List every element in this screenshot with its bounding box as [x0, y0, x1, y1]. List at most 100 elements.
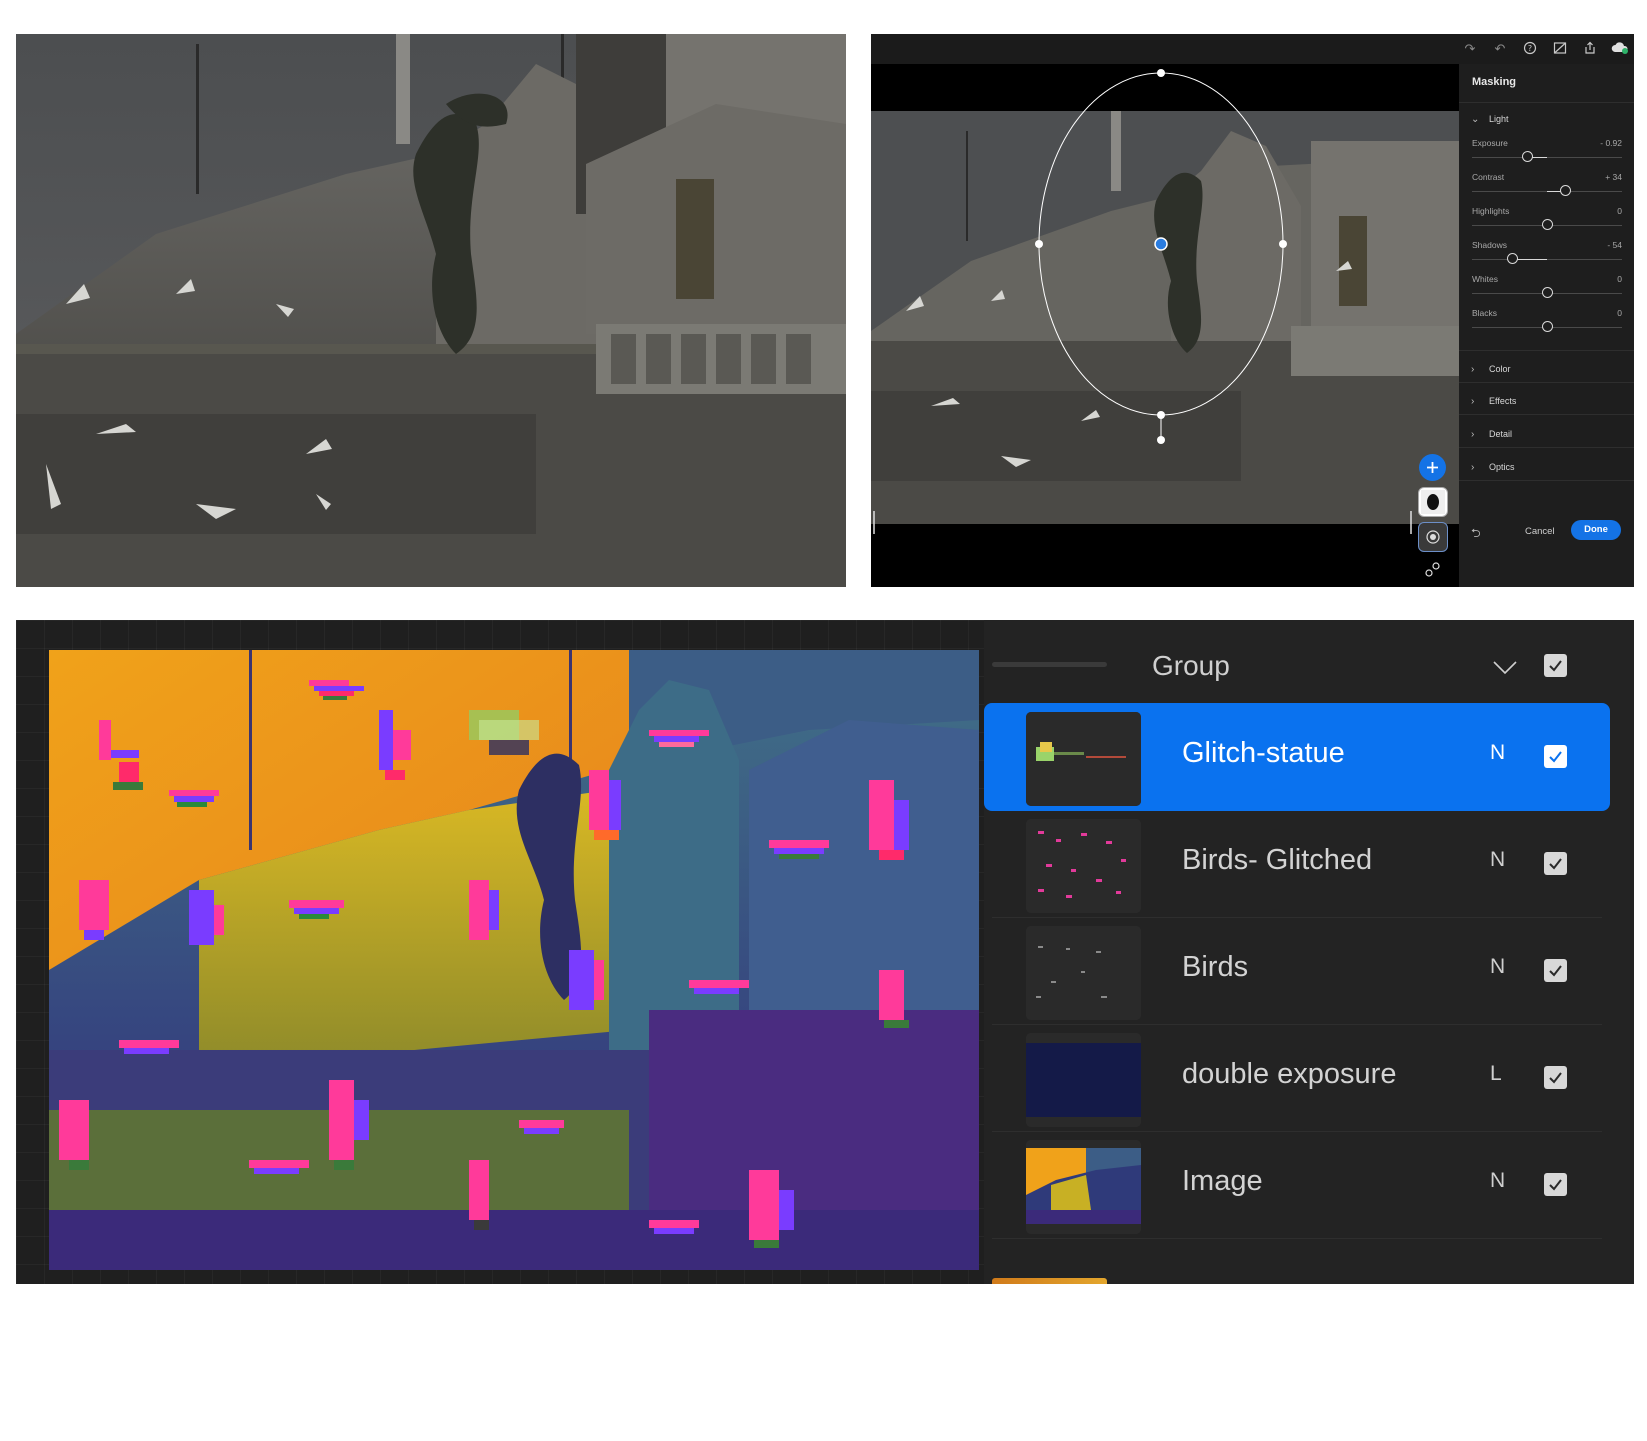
- chevron-right-icon: ›: [1471, 364, 1475, 375]
- redo-icon[interactable]: ↷: [1462, 41, 1478, 57]
- glitch-artwork-canvas[interactable]: [49, 650, 979, 1270]
- slider-label: Shadows: [1472, 240, 1507, 250]
- layer-visibility-checkbox[interactable]: [1544, 745, 1567, 768]
- photo-canvas[interactable]: [871, 64, 1459, 587]
- slider-label: Blacks: [1472, 308, 1498, 318]
- layer-thumbnail[interactable]: [1026, 819, 1141, 913]
- slider-thumb[interactable]: [1522, 151, 1533, 162]
- layer-name: Glitch-statue: [1182, 737, 1345, 769]
- help-icon[interactable]: ?: [1522, 41, 1538, 57]
- slider-highlights[interactable]: Highlights 0: [1472, 206, 1622, 240]
- layer-thumbnail[interactable]: [1026, 1140, 1141, 1234]
- layers-panel: Group Glitch-statue N Birds- Glitched N Bird…: [984, 620, 1634, 1284]
- slider-label: Whites: [1472, 274, 1498, 284]
- layer-row[interactable]: Birds N: [984, 917, 1610, 1025]
- layer-visibility-checkbox[interactable]: [1544, 852, 1567, 875]
- divider: [1459, 382, 1634, 383]
- slider-value: 0: [1617, 206, 1622, 216]
- slider-shadows[interactable]: Shadows - 54: [1472, 240, 1622, 274]
- layer-thumbnail-peek: [992, 1278, 1107, 1284]
- slider-thumb[interactable]: [1541, 219, 1553, 230]
- section-light[interactable]: ⌄ Light: [1459, 104, 1634, 136]
- chevron-down-icon[interactable]: [1492, 654, 1518, 680]
- section-label: Detail: [1489, 429, 1513, 439]
- top-toolbar: ↷ ↶ ?: [871, 34, 1634, 64]
- layer-visibility-checkbox[interactable]: [1544, 1173, 1567, 1196]
- masking-sidebar: Masking ⌄ Light Exposure - 0.92 Contrast + …: [1459, 64, 1634, 587]
- mask-thumbnail-icon[interactable]: [1418, 487, 1448, 517]
- slider-thumb[interactable]: [1559, 185, 1571, 196]
- mask-tools: [1413, 454, 1453, 587]
- divider: [1459, 350, 1634, 351]
- slider-value: - 0.92: [1600, 138, 1622, 148]
- svg-text:?: ?: [1528, 44, 1532, 53]
- blend-mode-button[interactable]: N: [1490, 741, 1505, 765]
- slider-thumb[interactable]: [1541, 287, 1553, 298]
- divider: [1459, 102, 1634, 103]
- layer-row[interactable]: double exposure L: [984, 1024, 1610, 1132]
- slider-value: - 54: [1607, 240, 1622, 250]
- lightroom-masking-window: ↷ ↶ ? Masking ⌄ Light Exposure - 0.92 Co…: [871, 34, 1634, 587]
- layer-visibility-checkbox[interactable]: [1544, 959, 1567, 982]
- layer-row[interactable]: Glitch-statue N: [984, 703, 1610, 811]
- slider-value: 0: [1617, 308, 1622, 318]
- undo-icon[interactable]: ↶: [1492, 41, 1508, 57]
- divider: [1459, 414, 1634, 415]
- glitch-artwork-illustration: [49, 650, 979, 1270]
- cancel-button[interactable]: Cancel: [1525, 526, 1555, 537]
- share-icon[interactable]: [1582, 41, 1598, 57]
- group-visibility-checkbox[interactable]: [1544, 654, 1567, 677]
- chevron-right-icon: ›: [1471, 462, 1475, 473]
- chevron-right-icon: ›: [1471, 396, 1475, 407]
- layer-name: double exposure: [1182, 1058, 1397, 1090]
- slider-blacks[interactable]: Blacks 0: [1472, 308, 1622, 342]
- cloud-sync-icon[interactable]: [1611, 41, 1628, 57]
- procreate-workspace: Group Glitch-statue N Birds- Glitched N Bird…: [16, 620, 1634, 1284]
- radial-mask-overlay[interactable]: [871, 64, 1459, 557]
- monument-photo-illustration: [16, 34, 846, 587]
- slider-track[interactable]: [1472, 259, 1622, 260]
- done-button[interactable]: Done: [1571, 520, 1621, 540]
- blend-mode-button[interactable]: L: [1490, 1062, 1502, 1086]
- section-label: Light: [1489, 114, 1509, 124]
- layer-name: Birds- Glitched: [1182, 844, 1373, 876]
- blend-mode-button[interactable]: N: [1490, 1169, 1505, 1193]
- divider: [1459, 480, 1634, 481]
- section-label: Effects: [1489, 396, 1517, 406]
- reset-icon[interactable]: ⮌: [1471, 524, 1481, 545]
- layer-visibility-checkbox[interactable]: [1544, 1066, 1567, 1089]
- slider-thumb[interactable]: [1541, 321, 1553, 332]
- slider-label: Highlights: [1472, 206, 1510, 216]
- slider-exposure[interactable]: Exposure - 0.92: [1472, 138, 1622, 172]
- layer-name: Birds: [1182, 951, 1249, 983]
- divider: [992, 1238, 1602, 1239]
- layer-name: Image: [1182, 1165, 1263, 1197]
- layer-thumbnail[interactable]: [1026, 926, 1141, 1020]
- group-thumbnail-bar: [992, 662, 1107, 667]
- layer-thumbnail[interactable]: [1026, 1033, 1141, 1127]
- mask-options-icon[interactable]: [1418, 556, 1448, 586]
- section-label: Color: [1489, 364, 1511, 374]
- layer-row[interactable]: Image N: [984, 1131, 1610, 1239]
- slider-value: + 34: [1605, 172, 1622, 182]
- slider-track[interactable]: [1472, 157, 1622, 158]
- slider-whites[interactable]: Whites 0: [1472, 274, 1622, 308]
- blend-mode-button[interactable]: N: [1490, 848, 1505, 872]
- blend-mode-button[interactable]: N: [1490, 955, 1505, 979]
- section-label: Optics: [1489, 462, 1515, 472]
- group-label[interactable]: Group: [1152, 650, 1230, 682]
- compare-icon[interactable]: [1552, 41, 1568, 57]
- slider-value: 0: [1617, 274, 1622, 284]
- panel-title: Masking: [1472, 76, 1517, 88]
- slider-label: Exposure: [1472, 138, 1508, 148]
- chevron-down-icon: ⌄: [1471, 114, 1480, 125]
- slider-contrast[interactable]: Contrast + 34: [1472, 172, 1622, 206]
- layer-thumbnail[interactable]: [1026, 712, 1141, 806]
- chevron-right-icon: ›: [1471, 429, 1475, 440]
- radial-mask-icon[interactable]: [1418, 522, 1448, 552]
- add-mask-icon[interactable]: [1419, 454, 1446, 481]
- slider-thumb[interactable]: [1507, 253, 1518, 264]
- layer-row[interactable]: Birds- Glitched N: [984, 810, 1610, 918]
- divider: [1459, 447, 1634, 448]
- original-photo: [16, 34, 846, 587]
